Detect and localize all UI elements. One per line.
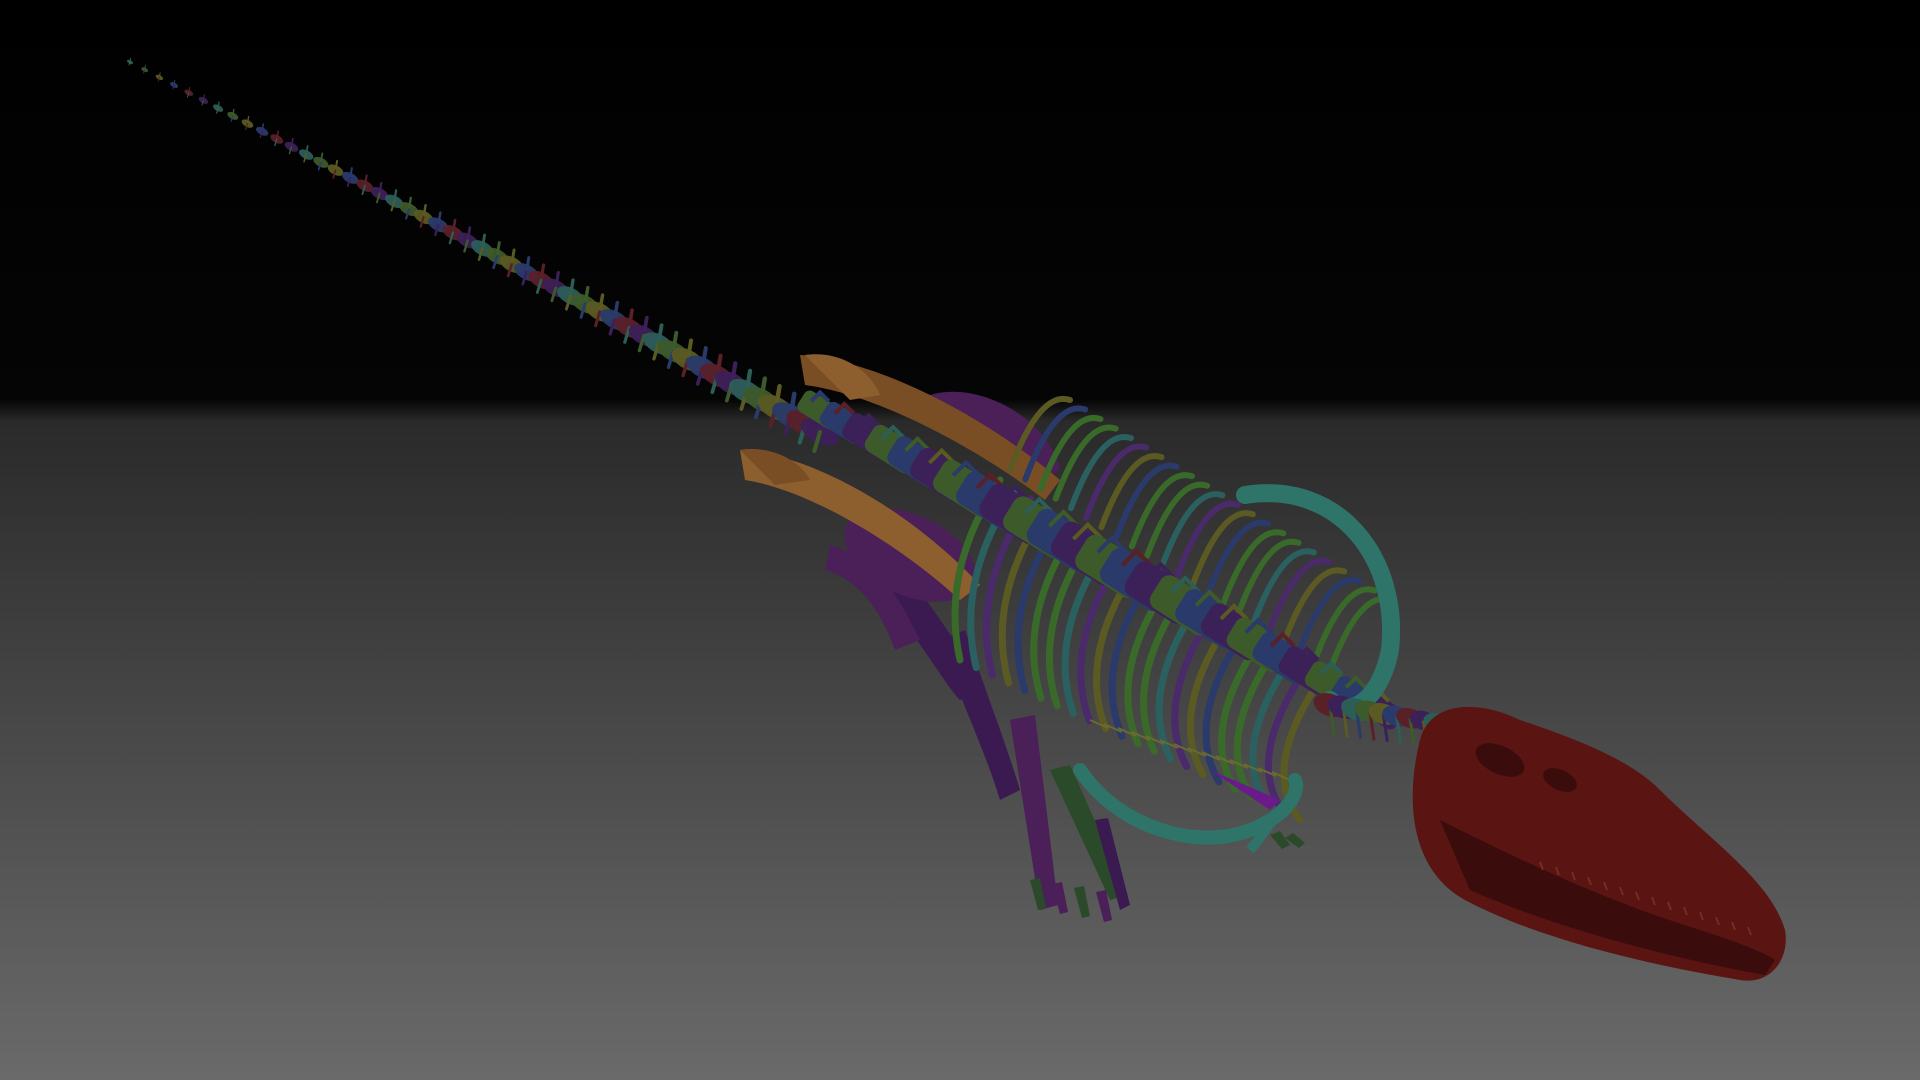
3d-viewport[interactable] [0, 0, 1920, 1080]
skeleton-model[interactable] [0, 0, 1920, 1080]
toe-bone [1074, 886, 1090, 918]
femur-shaft [940, 630, 1020, 800]
neural-spine [144, 65, 146, 71]
tail-vertebrae [126, 57, 840, 454]
neural-spine [129, 57, 132, 63]
forelimb-claw [1270, 831, 1290, 849]
skull [1412, 706, 1786, 981]
